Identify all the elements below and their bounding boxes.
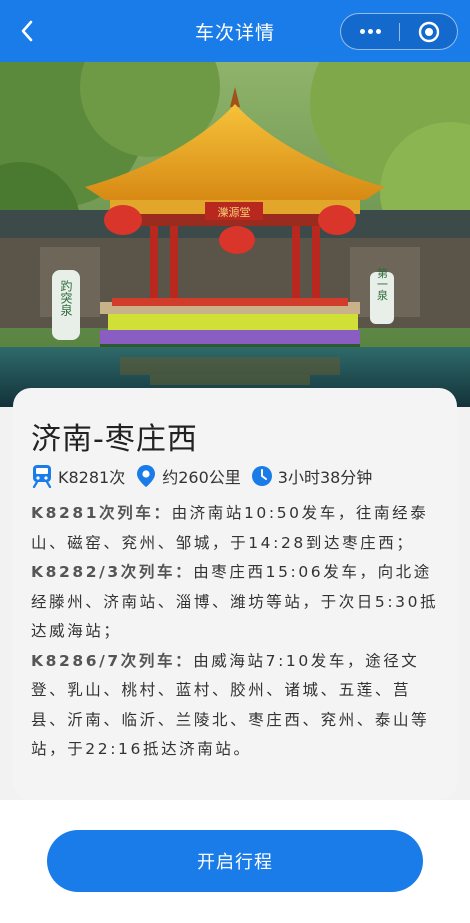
schedule-item: K8281次列车：由济南站10:50发车，往南经泰山、磁窑、兖州、邹城，于14:… — [31, 499, 441, 558]
schedule-item-label: K8286/7次列车： — [31, 651, 194, 670]
stele-right-inscription: 第一泉 — [376, 266, 389, 300]
start-trip-button[interactable]: 开启行程 — [47, 830, 423, 892]
bottom-action-bar: 开启行程 — [0, 800, 470, 923]
route-duration: 3小时38分钟 — [277, 468, 373, 487]
schedule-description: K8281次列车：由济南站10:50发车，往南经泰山、磁窑、兖州、邹城，于14:… — [31, 499, 441, 765]
route-title: 济南-枣庄西 — [31, 422, 198, 457]
train-number: K8281次 — [58, 468, 126, 487]
route-detail-card: 济南-枣庄西 K8281次 约260公里 3小时38分钟 K8281次列车：由济… — [13, 388, 457, 800]
route-meta-row: K8281次 约260公里 3小时38分钟 — [31, 462, 382, 490]
more-button[interactable] — [341, 14, 399, 49]
close-miniprogram-button[interactable] — [400, 14, 457, 49]
schedule-item-label: K8281次列车： — [31, 504, 172, 522]
route-distance: 约260公里 — [162, 468, 241, 487]
schedule-item-label: K8282/3次列车： — [31, 563, 194, 581]
hero-photo-baotu-spring: 濼源堂 趵突泉 第一泉 — [0, 62, 470, 407]
location-pin-icon — [137, 465, 156, 487]
top-nav-bar: 车次详情 — [0, 0, 470, 62]
train-icon — [32, 465, 52, 488]
mini-program-capsule — [340, 13, 458, 50]
target-close-icon — [418, 21, 439, 42]
pavilion-plaque: 濼源堂 — [218, 205, 251, 219]
more-dots-icon — [359, 29, 381, 34]
schedule-item: K8282/3次列车：由枣庄西15:06发车，向北途经滕州、济南站、淄博、潍坊等… — [31, 558, 441, 647]
stele-left-inscription: 趵突泉 — [59, 279, 73, 316]
clock-icon — [251, 466, 272, 486]
schedule-item: K8286/7次列车：由威海站7:10发车，途径文登、乳山、桃村、蓝村、胶州、诸… — [31, 647, 441, 765]
